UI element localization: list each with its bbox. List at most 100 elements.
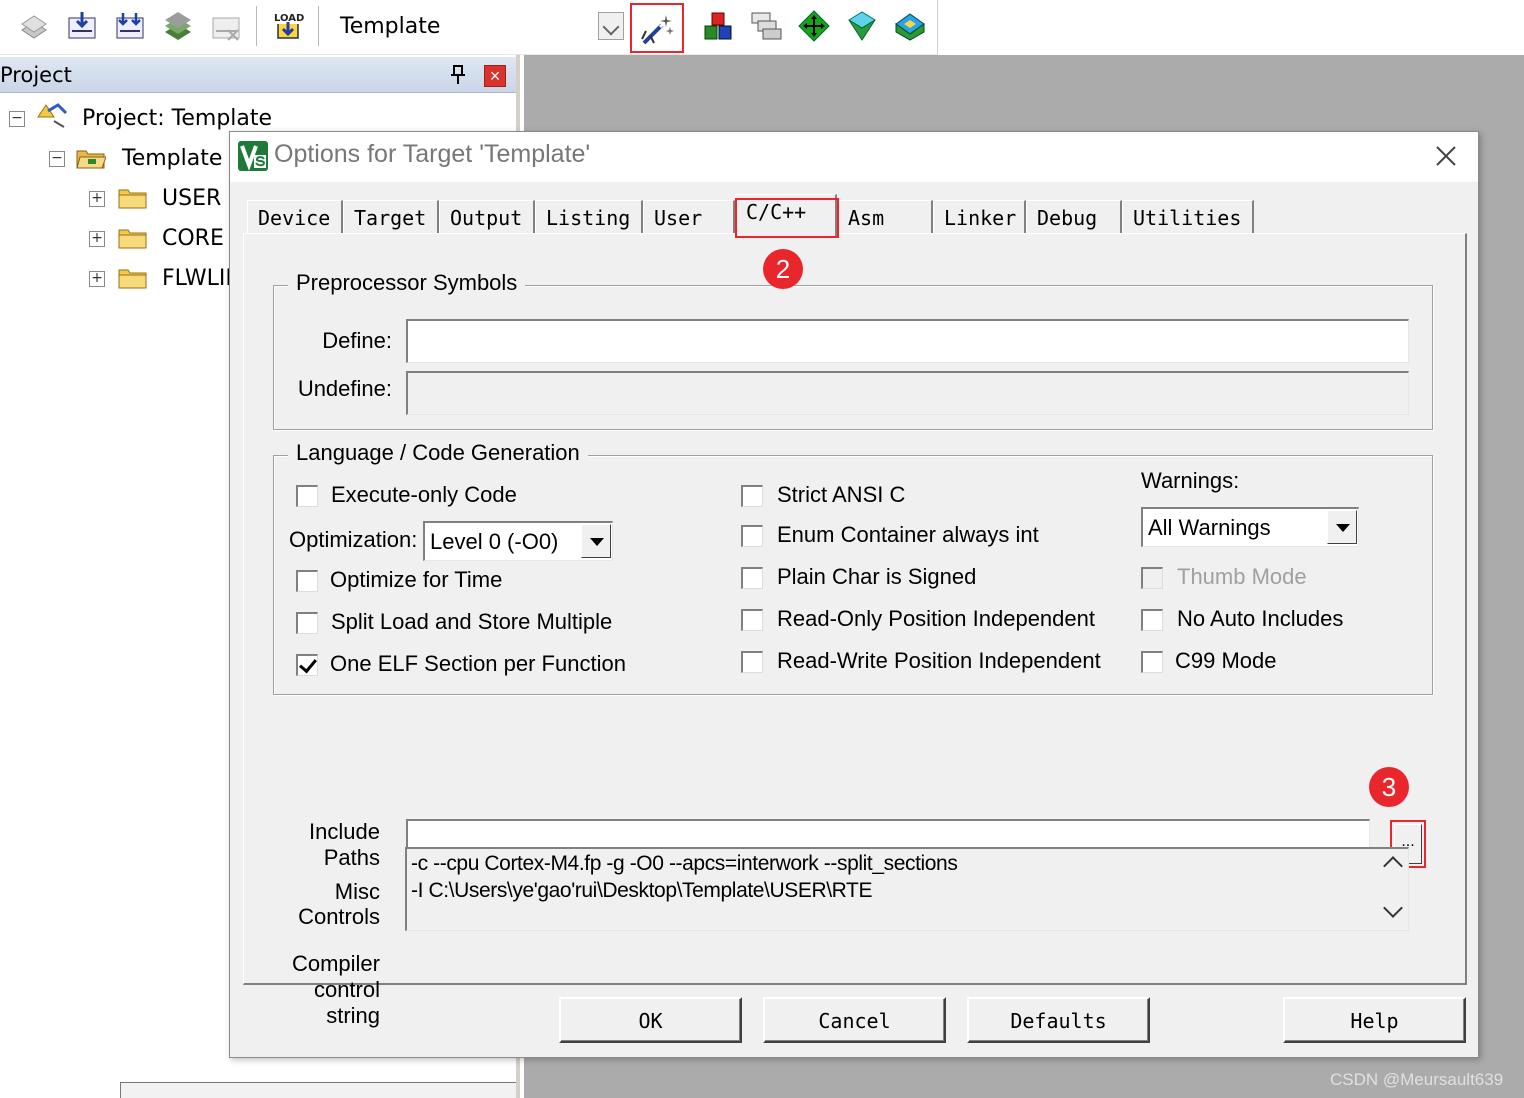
expand-icon[interactable]: + [89,231,105,247]
dialog-title: Options for Target 'Template' [274,140,591,168]
no-auto-includes-checkbox[interactable] [1141,609,1163,631]
tab-output[interactable]: Output [439,200,535,234]
close-icon[interactable] [1430,140,1462,172]
magic-wand-icon [641,15,674,45]
c99-mode-label: C99 Mode [1175,648,1277,673]
project-icon [37,103,68,128]
tree-item-label: USER [162,186,222,211]
software-packs-icon[interactable] [894,10,926,42]
rw-pi-label: Read-Write Position Independent [777,648,1101,673]
c99-mode-checkbox[interactable] [1141,651,1163,673]
folder-icon [118,229,147,249]
compiler-string-label: control [313,977,380,1002]
execute-only-label: Execute-only Code [331,482,517,507]
dialog-titlebar: Options for Target 'Template' [230,132,1478,182]
target-folder-icon [76,150,106,169]
folder-icon [118,189,147,209]
group-title: Preprocessor Symbols [288,270,526,296]
define-input[interactable] [406,319,1409,363]
optimize-time-label: Optimize for Time [330,567,503,592]
tab-asm[interactable]: Asm [837,200,933,234]
scroll-down-icon[interactable] [1383,898,1403,918]
define-label: Define: [322,328,392,353]
compiler-control-string[interactable]: -c --cpu Cortex-M4.fp -g -O0 --apcs=inte… [405,847,1409,931]
toolbar-separator [318,6,320,46]
tree-item-label: CORE [162,226,224,251]
tab-listing[interactable]: Listing [535,200,643,234]
stop-build-icon[interactable] [210,10,242,42]
compiler-string-line: -I C:\Users\ye'gao'rui\Desktop\Template\… [411,879,873,902]
undefine-input[interactable] [406,371,1409,415]
rw-pi-checkbox[interactable] [741,651,763,673]
expand-icon[interactable]: + [89,191,105,207]
tree-item-group[interactable]: + USER [0,183,240,215]
one-elf-checkbox[interactable] [296,654,318,676]
tab-highlight [735,198,839,238]
expand-icon[interactable]: + [89,271,105,287]
download-icon[interactable]: LOAD [272,10,304,42]
annotation-marker-3: 3 [1369,767,1409,807]
chevron-down-icon[interactable] [1327,510,1357,544]
split-load-checkbox[interactable] [296,612,318,634]
thumb-mode-label: Thumb Mode [1177,564,1307,589]
chevron-down-icon[interactable] [581,524,611,558]
compiler-string-label: string [326,1003,380,1028]
collapse-icon[interactable]: − [9,111,25,127]
enum-container-label: Enum Container always int [777,522,1039,547]
optimization-value: Level 0 (-O0) [430,529,559,554]
options-for-target-button[interactable] [630,3,684,53]
project-panel-title: Project [0,63,72,87]
keil-app-icon [238,141,268,171]
ro-pi-label: Read-Only Position Independent [777,606,1095,631]
defaults-button[interactable]: Defaults [967,997,1150,1043]
select-packs-icon[interactable] [750,10,782,42]
target-select-value: Template [340,14,441,39]
collapse-icon[interactable]: − [49,151,65,167]
manage-project-items-icon[interactable] [702,10,734,42]
options-dialog: Options for Target 'Template' Device Tar… [229,131,1479,1058]
enum-container-checkbox[interactable] [741,525,763,547]
tab-utilities[interactable]: Utilities [1122,200,1254,234]
tree-item-group[interactable]: + CORE [0,223,240,255]
plain-char-label: Plain Char is Signed [777,564,977,589]
folder-icon [118,269,147,289]
annotation-marker-2: 2 [763,249,803,289]
translate-icon[interactable] [18,10,50,42]
plain-char-checkbox[interactable] [741,567,763,589]
strict-ansi-label: Strict ANSI C [777,482,906,507]
toolbar: LOAD Template [0,0,938,55]
execute-only-checkbox[interactable] [296,485,318,507]
strict-ansi-checkbox[interactable] [741,485,763,507]
warnings-select[interactable]: All Warnings [1141,507,1359,547]
optimize-time-checkbox[interactable] [296,570,318,592]
target-select[interactable]: Template [324,6,626,46]
scroll-up-icon[interactable] [1383,856,1403,876]
include-paths-label: Paths [323,845,380,870]
pin-icon[interactable] [450,65,466,85]
warnings-label: Warnings: [1141,468,1240,493]
rebuild-icon[interactable] [114,10,146,42]
tab-user[interactable]: User [643,200,735,234]
manage-run-time-environment-icon[interactable] [798,10,830,42]
tab-linker[interactable]: Linker [933,200,1026,234]
cancel-button[interactable]: Cancel [763,997,946,1043]
thumb-mode-checkbox[interactable] [1141,567,1163,589]
group-title: Language / Code Generation [288,440,588,466]
tab-debug[interactable]: Debug [1026,200,1122,234]
ok-button[interactable]: OK [559,997,742,1043]
help-button[interactable]: Help [1283,997,1466,1043]
tree-item-label: Template [122,146,223,171]
chevron-down-icon[interactable] [598,12,624,40]
optimization-label: Optimization: [289,527,418,552]
build-icon[interactable] [66,10,98,42]
ro-pi-checkbox[interactable] [741,609,763,631]
tab-device[interactable]: Device [247,200,343,234]
close-panel-button[interactable]: × [484,65,506,87]
batch-build-icon[interactable] [162,10,194,42]
include-paths-label: Include [309,819,380,844]
watermark: CSDN @Meursault639 [1330,1070,1504,1089]
tab-target[interactable]: Target [343,200,439,234]
tree-item-group[interactable]: + FLWLIB [0,263,240,295]
pack-installer-icon[interactable] [846,10,878,42]
optimization-select[interactable]: Level 0 (-O0) [423,521,613,561]
